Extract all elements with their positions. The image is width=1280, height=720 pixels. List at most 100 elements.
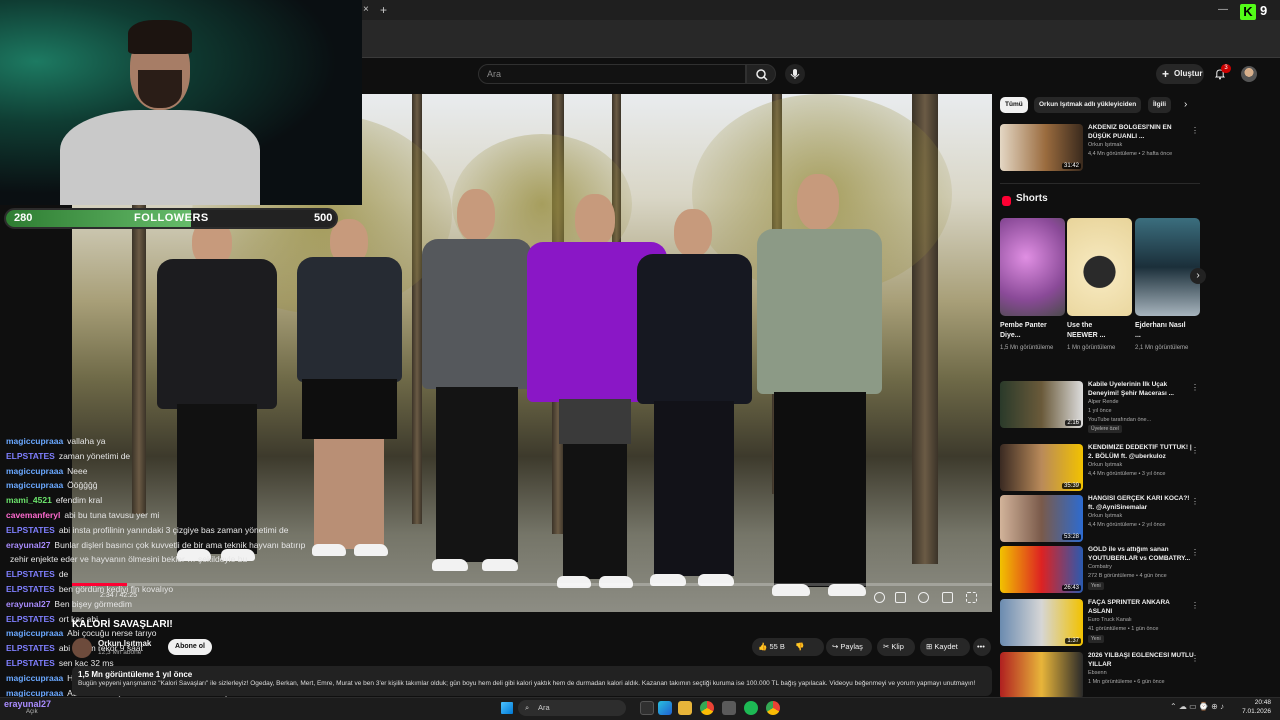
more-actions-button[interactable]: ••• bbox=[973, 638, 991, 656]
video-thumbnail[interactable]: 2:16 bbox=[1000, 381, 1083, 428]
short-title[interactable]: Use the NEEWER ... bbox=[1067, 321, 1122, 341]
taskbar-search-label: Ara bbox=[538, 703, 550, 712]
chat-username[interactable]: erayunal27 bbox=[6, 540, 50, 550]
recommended-video[interactable]: 35:39 KENDİMİZE DEDEKTİF TUTTUK! | 2. BÖL… bbox=[1000, 444, 1205, 494]
chat-username[interactable]: ELPSTATES bbox=[6, 569, 55, 579]
video-channel[interactable]: Orkun Işıtmak bbox=[1088, 142, 1122, 148]
chip-from-uploader[interactable]: Orkun Işıtmak adlı yükleyiciden bbox=[1034, 97, 1142, 113]
more-options-icon[interactable]: ⋮ bbox=[1191, 497, 1199, 506]
autoplay-toggle-icon[interactable] bbox=[874, 592, 885, 603]
chat-username[interactable]: magiccupraaa bbox=[6, 466, 63, 476]
video-channel[interactable]: Ebsenn bbox=[1088, 670, 1107, 676]
voice-search-button[interactable] bbox=[785, 64, 805, 84]
search-input[interactable]: Ara bbox=[478, 64, 746, 84]
search-button[interactable] bbox=[746, 64, 776, 84]
video-title[interactable]: FAÇA SPRINTER ANKARA ASLANI bbox=[1088, 599, 1194, 616]
chat-username[interactable]: magiccupraaa bbox=[6, 480, 63, 490]
channel-name[interactable]: Orkun Işıtmak bbox=[98, 639, 151, 648]
file-explorer-icon[interactable] bbox=[678, 701, 692, 715]
chat-username[interactable]: ELPSTATES bbox=[6, 658, 55, 668]
video-channel[interactable]: Orkun Işıtmak bbox=[1088, 462, 1122, 468]
chat-username[interactable]: cavemanferyl bbox=[6, 510, 60, 520]
recommended-video[interactable]: 53:28 HANGİSİ GERÇEK KARI KOCA?! ft. @Ayn… bbox=[1000, 495, 1205, 545]
chat-username[interactable]: ELPSTATES bbox=[6, 451, 55, 461]
chat-username[interactable]: magiccupraaa bbox=[6, 673, 63, 683]
video-thumbnail[interactable]: 26:43 bbox=[1000, 546, 1083, 593]
chat-username[interactable]: magiccupraaa bbox=[6, 628, 63, 638]
video-title[interactable]: HANGİSİ GERÇEK KARI KOCA?! ft. @AyniSine… bbox=[1088, 495, 1194, 512]
video-channel[interactable]: Alper Rende bbox=[1088, 399, 1119, 405]
more-options-icon[interactable]: ⋮ bbox=[1191, 548, 1199, 557]
video-thumbnail[interactable]: 31:42 bbox=[1000, 124, 1083, 171]
edge-icon[interactable] bbox=[658, 701, 672, 715]
video-progress-bar[interactable] bbox=[72, 583, 992, 586]
taskbar-search[interactable]: ⌕ Ara bbox=[518, 700, 626, 716]
video-title[interactable]: GOLD ile vs attığım sanan YOUTUBERLAR vs… bbox=[1088, 546, 1194, 563]
fullscreen-icon[interactable] bbox=[966, 592, 977, 603]
more-options-icon[interactable]: ⋮ bbox=[1191, 654, 1199, 663]
app-icon[interactable] bbox=[722, 701, 736, 715]
video-thumbnail[interactable]: 53:28 bbox=[1000, 495, 1083, 542]
more-options-icon[interactable]: ⋮ bbox=[1191, 383, 1199, 392]
more-options-icon[interactable]: ⋮ bbox=[1191, 446, 1199, 455]
chat-username[interactable]: magiccupraaa bbox=[6, 436, 63, 446]
short-thumbnail[interactable] bbox=[1067, 218, 1132, 316]
settings-gear-icon[interactable] bbox=[918, 592, 929, 603]
video-title[interactable]: 2026 YILBAŞI EĞLENCESİ MUTLU YILLAR bbox=[1088, 652, 1194, 669]
windows-start-icon[interactable] bbox=[501, 702, 513, 714]
chat-username[interactable]: ELPSTATES bbox=[6, 525, 55, 535]
recommended-video[interactable]: 1:37 FAÇA SPRINTER ANKARA ASLANI Euro Truc… bbox=[1000, 599, 1205, 649]
share-button[interactable]: ↪ Paylaş bbox=[826, 638, 872, 656]
subscribe-button[interactable]: Abone ol bbox=[168, 639, 212, 655]
chrome-icon[interactable] bbox=[700, 701, 714, 715]
video-title[interactable]: KENDİMİZE DEDEKTİF TUTTUK! | 2. BÖLÜM ft… bbox=[1088, 444, 1194, 461]
spotify-icon[interactable] bbox=[744, 701, 758, 715]
chat-username[interactable]: mami_4521 bbox=[6, 495, 52, 505]
chat-username[interactable]: ELPSTATES bbox=[6, 584, 55, 594]
recommended-video[interactable]: 26:43 GOLD ile vs attığım sanan YOUTUBERL… bbox=[1000, 546, 1205, 596]
tray-icons[interactable]: ⌃ ☁ ▭ ⌚ ⊕ ♪ bbox=[1170, 702, 1224, 711]
save-label: Kaydet bbox=[934, 642, 958, 651]
video-thumbnail[interactable] bbox=[1000, 652, 1083, 699]
chat-username[interactable]: ELPSTATES bbox=[6, 643, 55, 653]
more-options-icon[interactable]: ⋮ bbox=[1191, 601, 1199, 610]
recommended-video[interactable]: 2026 YILBAŞI EĞLENCESİ MUTLU YILLAR Ebsen… bbox=[1000, 652, 1205, 702]
channel-avatar[interactable] bbox=[72, 638, 92, 658]
shorts-next-arrow-icon[interactable]: › bbox=[1190, 268, 1206, 284]
microphone-icon bbox=[790, 69, 800, 79]
short-title[interactable]: Ejderhanı Nasıl ... bbox=[1135, 321, 1190, 341]
video-channel[interactable]: Combatry bbox=[1088, 564, 1112, 570]
chip-related[interactable]: İlgili bbox=[1148, 97, 1171, 113]
clock-date[interactable]: 7.01.2026 bbox=[1238, 708, 1271, 715]
new-tab-button[interactable]: + bbox=[380, 0, 387, 20]
chat-username[interactable]: ELPSTATES bbox=[6, 614, 55, 624]
recommended-video[interactable]: 2:16 Kabile Üyelerinin İlk Uçak Deneyimi!… bbox=[1000, 381, 1205, 433]
save-button[interactable]: ⊞ Kaydet bbox=[920, 638, 970, 656]
video-channel[interactable]: Orkun Işıtmak bbox=[1088, 513, 1122, 519]
more-options-icon[interactable]: ⋮ bbox=[1191, 126, 1199, 135]
chip-scroll-right-icon[interactable]: › bbox=[1184, 99, 1187, 110]
task-view-icon[interactable] bbox=[640, 701, 654, 715]
chat-username[interactable]: erayunal27 bbox=[6, 599, 50, 609]
thumbs-down-icon[interactable]: 👎 bbox=[795, 642, 804, 651]
short-title[interactable]: Pembe Panter Diye... bbox=[1000, 321, 1055, 341]
create-button[interactable]: + Oluştur bbox=[1156, 64, 1204, 84]
recommended-video[interactable]: 31:42 AKDENİZ BÖLGESİ'NİN EN DÜŞÜK PUANL… bbox=[1000, 124, 1205, 174]
clip-button[interactable]: ✂ Klip bbox=[877, 638, 915, 656]
video-thumbnail[interactable]: 1:37 bbox=[1000, 599, 1083, 646]
user-avatar[interactable] bbox=[1241, 66, 1257, 82]
video-title[interactable]: AKDENİZ BÖLGESİ'NİN EN DÜŞÜK PUANLI ... bbox=[1088, 124, 1194, 141]
video-title[interactable]: Kabile Üyelerinin İlk Uçak Deneyimi! Şeh… bbox=[1088, 381, 1194, 398]
close-tab-icon[interactable]: × bbox=[363, 0, 369, 20]
short-thumbnail[interactable] bbox=[1135, 218, 1200, 316]
clock-time[interactable]: 20:48 bbox=[1245, 699, 1271, 706]
miniplayer-icon[interactable] bbox=[942, 592, 953, 603]
minimize-button[interactable]: — bbox=[1218, 0, 1228, 20]
chrome-secondary-icon[interactable] bbox=[766, 701, 780, 715]
like-dislike-button[interactable]: 👍 55 B 👎 bbox=[752, 638, 824, 656]
chip-all[interactable]: Tümü bbox=[1000, 97, 1028, 113]
video-channel[interactable]: Euro Truck Kanalı bbox=[1088, 617, 1132, 623]
short-thumbnail[interactable] bbox=[1000, 218, 1065, 316]
subtitles-icon[interactable] bbox=[895, 592, 906, 603]
video-thumbnail[interactable]: 35:39 bbox=[1000, 444, 1083, 491]
